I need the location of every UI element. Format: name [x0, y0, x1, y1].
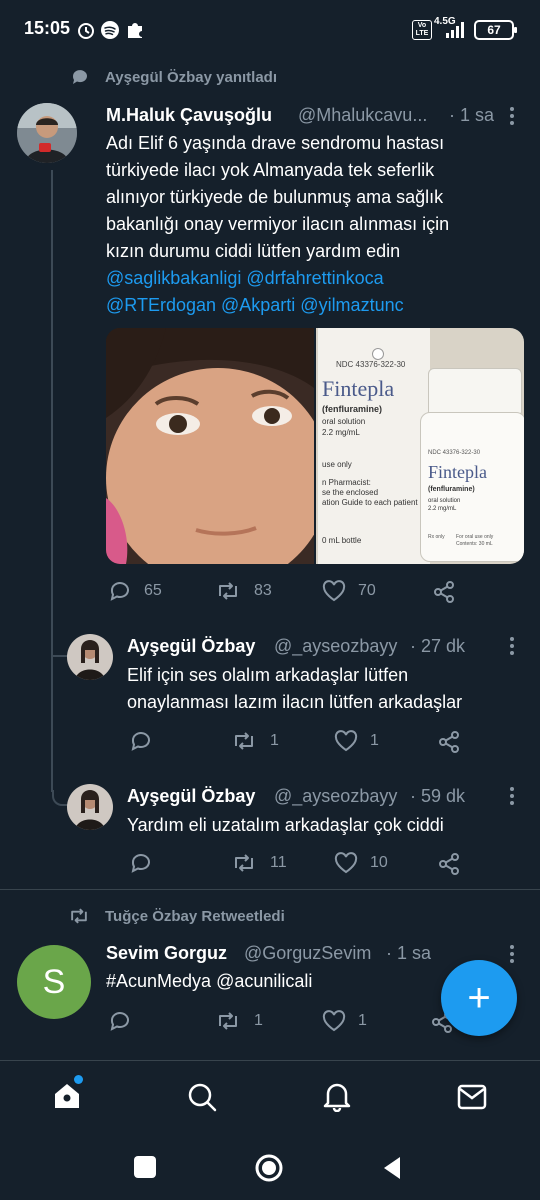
retweet-button[interactable]: 11 — [230, 852, 287, 874]
recent-apps-button[interactable] — [134, 1156, 156, 1178]
more-options-icon[interactable] — [506, 104, 518, 128]
home-icon[interactable] — [52, 1081, 82, 1111]
like-button[interactable]: 1 — [322, 1010, 367, 1032]
avatar-ayseozbay[interactable] — [67, 634, 113, 680]
like-button[interactable]: 70 — [322, 580, 376, 602]
photo-child[interactable] — [106, 328, 330, 564]
reply-count: 65 — [144, 582, 162, 599]
retweet-count: 83 — [254, 582, 272, 599]
reply-context-icon — [72, 70, 87, 84]
author-handle[interactable]: @_ayseozbayy — [274, 786, 397, 807]
retweet-icon — [219, 1012, 237, 1030]
puzzle-icon — [128, 23, 142, 38]
more-options-icon[interactable] — [506, 634, 518, 658]
like-count: 70 — [358, 582, 376, 599]
like-button[interactable]: 10 — [334, 852, 388, 874]
reply-button[interactable] — [108, 1010, 144, 1032]
home-button[interactable] — [254, 1153, 284, 1183]
heart-icon — [322, 1010, 346, 1032]
retweet-count: 1 — [270, 732, 279, 749]
heart-icon — [322, 580, 346, 602]
retweet-count: 11 — [270, 854, 287, 871]
tweet-media[interactable]: NDC 43376-322-30 Fintepla (fenfluramine)… — [106, 328, 524, 564]
retweet-count: 1 — [254, 1012, 263, 1029]
mentions-line[interactable]: @RTErdogan @Akparti @yilmaztunc — [106, 292, 526, 319]
volte-icon: Vo LTE — [412, 20, 432, 40]
like-count: 10 — [370, 854, 388, 871]
share-icon[interactable] — [432, 580, 456, 604]
tweet-text: Adı Elif 6 yaşında drave sendromu hastas… — [106, 130, 526, 319]
mentions-line[interactable]: @saglikbakanligi @drfahrettinkoca — [106, 265, 526, 292]
spotify-icon — [101, 21, 119, 39]
tweet-time: · 1 sa — [386, 943, 432, 963]
author-name[interactable]: Ayşegül Özbay — [127, 636, 255, 657]
author-handle[interactable]: @_ayseozbayy — [274, 636, 397, 657]
avatar-mhaluk[interactable] — [17, 103, 77, 163]
compose-tweet-button[interactable]: + — [441, 960, 517, 1036]
retweet-icon — [219, 582, 237, 600]
tweet-text: Elif için ses olalım arkadaşlar lütfen o… — [127, 665, 463, 712]
heart-icon — [334, 852, 358, 874]
search-icon[interactable] — [187, 1082, 217, 1112]
retweet-context-icon — [71, 908, 87, 924]
share-icon[interactable] — [437, 730, 461, 754]
tweet-text[interactable]: #AcunMedya @acunilicali — [106, 968, 312, 995]
author-handle[interactable]: @Mhalukcavu... — [298, 105, 427, 126]
reply-button[interactable] — [129, 852, 165, 874]
messages-envelope-icon[interactable] — [457, 1084, 487, 1110]
heart-icon — [334, 730, 358, 752]
photo-medication[interactable]: NDC 43376-322-30 Fintepla (fenfluramine)… — [316, 328, 524, 564]
signal-icon — [446, 22, 464, 38]
avatar-sevim[interactable]: S — [17, 945, 91, 1019]
author-handle[interactable]: @GorguzSevim — [244, 943, 371, 964]
tweet-time: · 1 sa — [449, 105, 495, 125]
tweet-text: Yardım eli uzatalım arkadaşlar çok ciddi — [127, 815, 444, 835]
reply-icon — [131, 854, 150, 873]
author-name[interactable]: Sevim Gorguz — [106, 943, 227, 964]
reply-button[interactable] — [129, 730, 165, 752]
alarm-icon — [78, 23, 94, 39]
reply-button[interactable]: 65 — [108, 580, 162, 602]
reply-icon — [131, 732, 150, 751]
thread-line — [51, 170, 53, 792]
tweet-time: · 59 dk — [410, 786, 466, 806]
tweet-divider — [0, 889, 540, 890]
tweet-time: · 27 dk — [410, 636, 466, 656]
reply-icon — [110, 1012, 129, 1031]
like-count: 1 — [358, 1012, 367, 1029]
like-count: 1 — [370, 732, 379, 749]
notifications-bell-icon[interactable] — [322, 1080, 352, 1112]
author-name[interactable]: M.Haluk Çavuşoğlu — [106, 105, 272, 126]
notification-dot — [74, 1075, 83, 1084]
retweet-icon — [235, 732, 253, 750]
status-time: 15:05 — [24, 18, 71, 38]
author-name[interactable]: Ayşegül Özbay — [127, 786, 255, 807]
avatar-ayseozbay[interactable] — [67, 784, 113, 830]
share-icon[interactable] — [437, 852, 461, 876]
reply-context-label[interactable]: Ayşegül Özbay yanıtladı — [105, 69, 277, 86]
retweet-icon — [235, 854, 253, 872]
retweet-button[interactable]: 1 — [230, 730, 279, 752]
retweet-context-label[interactable]: Tuğçe Özbay Retweetledi — [105, 908, 285, 925]
retweet-button[interactable]: 83 — [214, 580, 272, 602]
battery-indicator: 67 — [474, 20, 517, 40]
more-options-icon[interactable] — [506, 942, 518, 966]
like-button[interactable]: 1 — [334, 730, 379, 752]
back-button[interactable] — [380, 1155, 404, 1181]
reply-icon — [110, 582, 129, 601]
retweet-button[interactable]: 1 — [214, 1010, 263, 1032]
more-options-icon[interactable] — [506, 784, 518, 808]
